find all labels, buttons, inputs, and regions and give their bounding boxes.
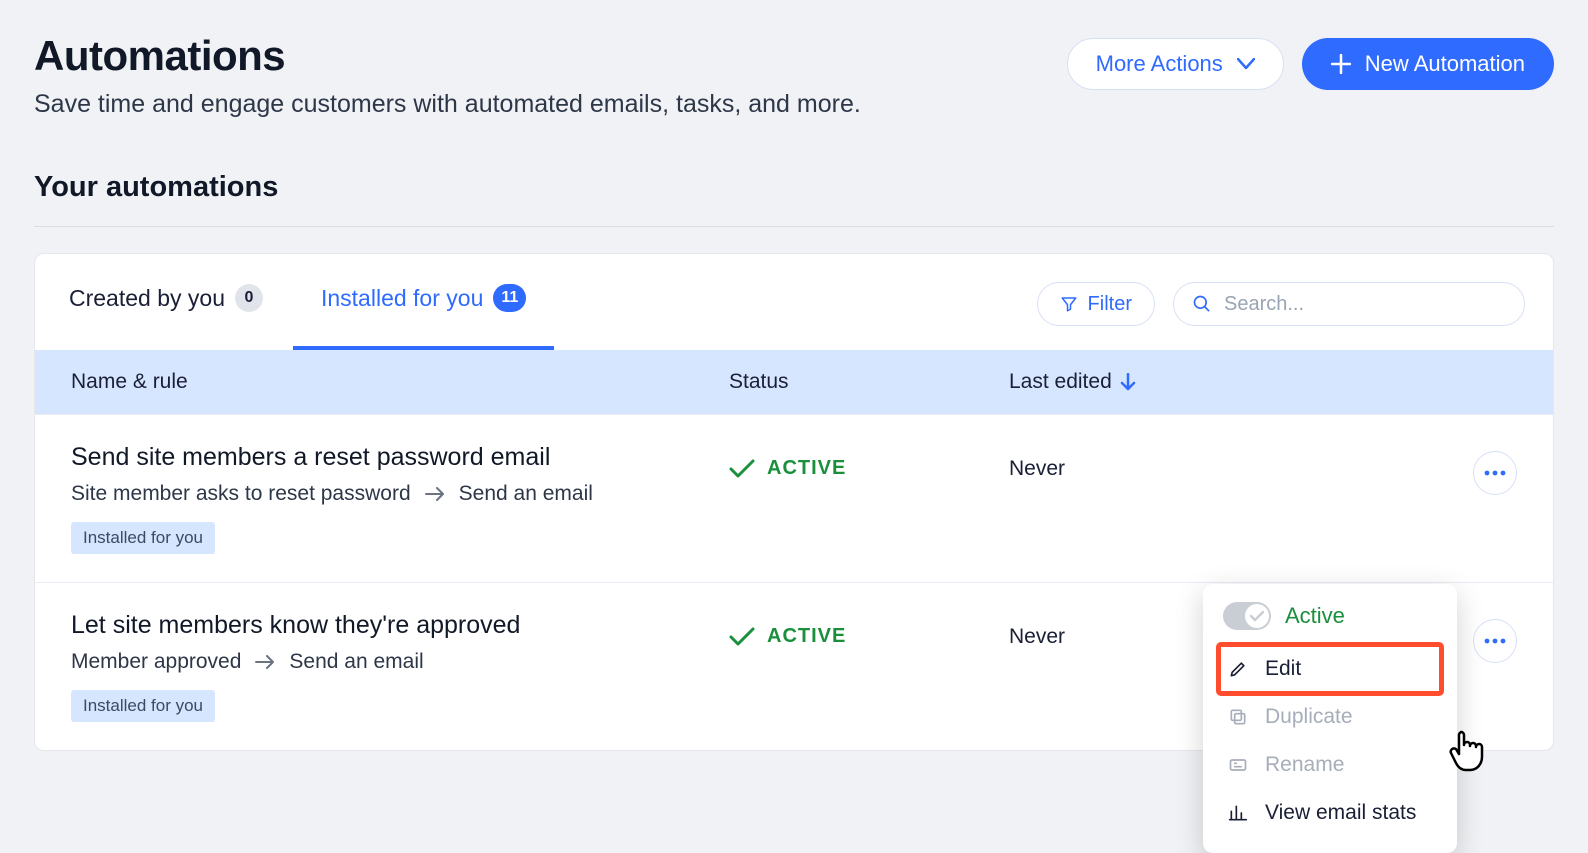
active-label: Active [1285,603,1345,629]
tab-installed-for-you[interactable]: Installed for you 11 [315,276,532,332]
more-actions-label: More Actions [1096,51,1223,77]
page-subtitle: Save time and engage customers with auto… [34,90,861,119]
status-label: ACTIVE [767,625,846,648]
automation-trigger: Member approved [71,650,241,674]
row-actions-button[interactable] [1473,619,1517,663]
last-edited-value: Never [1009,457,1437,481]
tab-label: Created by you [69,285,225,312]
col-last-edited[interactable]: Last edited [1009,370,1437,394]
plus-icon [1331,54,1351,74]
sort-desc-icon [1120,373,1136,391]
automations-card: Created by you 0 Installed for you 11 Fi… [34,253,1554,751]
duplicate-icon [1227,707,1249,727]
col-last-edited-label: Last edited [1009,370,1112,394]
arrow-right-icon [425,487,445,501]
ctx-duplicate-label: Duplicate [1265,705,1353,729]
row-actions-button[interactable] [1473,451,1517,495]
page-title: Automations [34,32,861,80]
active-toggle[interactable] [1223,602,1271,630]
automation-trigger: Site member asks to reset password [71,482,411,506]
ctx-view-stats[interactable]: View email stats [1219,789,1441,837]
arrow-right-icon [255,655,275,669]
filter-label: Filter [1088,293,1132,316]
filter-button[interactable]: Filter [1037,282,1155,326]
search-field[interactable] [1173,282,1525,326]
ctx-edit[interactable]: Edit [1219,645,1441,693]
new-automation-label: New Automation [1365,51,1525,77]
tab-label: Installed for you [321,285,483,312]
filter-icon [1060,295,1078,313]
new-automation-button[interactable]: New Automation [1302,38,1554,90]
table-row[interactable]: Send site members a reset password email… [35,414,1553,582]
tab-count: 11 [493,284,526,312]
automation-action: Send an email [289,650,423,674]
bar-chart-icon [1227,803,1249,823]
search-input[interactable] [1224,293,1506,316]
ctx-view-stats-label: View email stats [1265,801,1416,825]
rename-icon [1227,755,1249,775]
ctx-rename: Rename [1219,741,1441,789]
ctx-rename-label: Rename [1265,753,1344,777]
automation-title: Send site members a reset password email [71,443,729,472]
section-title: Your automations [34,171,1554,227]
automation-title: Let site members know they're approved [71,611,729,640]
automation-action: Send an email [459,482,593,506]
more-actions-button[interactable]: More Actions [1067,38,1284,90]
pencil-icon [1227,659,1249,679]
check-icon [729,459,755,479]
badge-installed-for-you: Installed for you [71,522,215,554]
col-status: Status [729,370,1009,394]
tab-created-by-you[interactable]: Created by you 0 [63,276,269,332]
col-name-rule: Name & rule [71,370,729,394]
badge-installed-for-you: Installed for you [71,690,215,722]
toggle-knob [1245,604,1269,628]
status-label: ACTIVE [767,457,846,480]
search-icon [1192,294,1212,314]
check-icon [729,627,755,647]
tab-count: 0 [235,284,263,312]
ctx-duplicate: Duplicate [1219,693,1441,741]
row-context-menu: Active Edit Duplicate Rename [1203,584,1457,853]
ctx-edit-label: Edit [1265,657,1301,681]
table-header: Name & rule Status Last edited [35,350,1553,414]
chevron-down-icon [1237,58,1255,70]
